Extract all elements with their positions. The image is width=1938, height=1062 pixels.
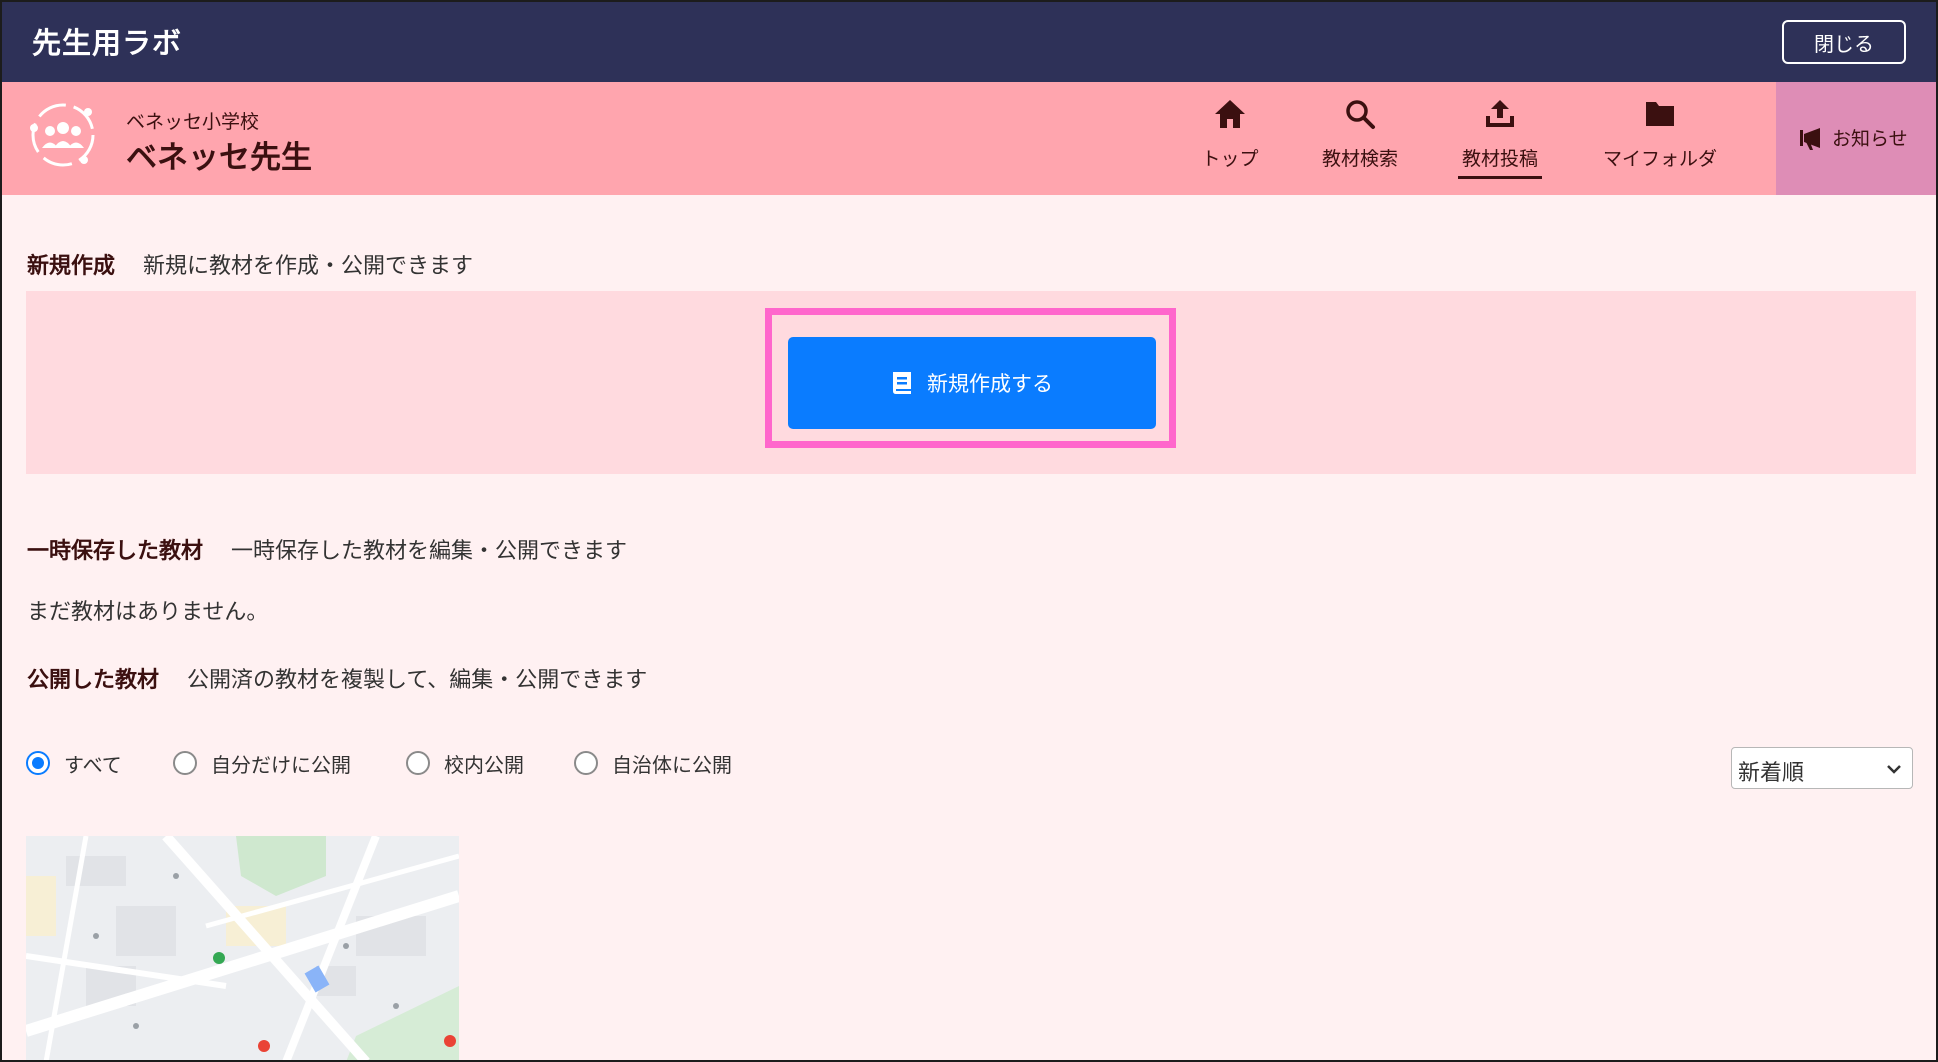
- radio-dot[interactable]: [406, 751, 430, 775]
- close-button[interactable]: 閉じる: [1782, 20, 1906, 64]
- chevron-down-icon: [1887, 765, 1901, 774]
- nav-label: 教材投稿: [1458, 144, 1542, 179]
- sort-select-value: 新着順: [1738, 761, 1805, 786]
- radio-label: 校内公開: [444, 752, 524, 777]
- radio-label: 自分だけに公開: [211, 752, 351, 777]
- filter-radio-municipality[interactable]: 自治体に公開: [574, 748, 732, 778]
- drafts-section-header: 一時保存した教材 一時保存した教材を編集・公開できます: [27, 533, 627, 565]
- radio-label: 自治体に公開: [612, 752, 732, 777]
- search-icon: [1346, 100, 1375, 129]
- map-thumbnail: [26, 836, 459, 1060]
- drafts-empty-message: まだ教材はありません。: [27, 600, 269, 625]
- new-create-button-label: 新規作成する: [927, 372, 1053, 396]
- nav-label: トップ: [1201, 148, 1259, 170]
- radio-dot[interactable]: [574, 751, 598, 775]
- published-section-header: 公開した教材 公開済の教材を複製して、編集・公開できます: [27, 662, 647, 694]
- radio-dot[interactable]: [173, 751, 197, 775]
- top-bar: 先生用ラボ 閉じる: [2, 2, 1936, 82]
- nav-label: 教材検索: [1321, 148, 1398, 170]
- app-title: 先生用ラボ: [32, 26, 183, 60]
- upload-icon: [1486, 100, 1514, 127]
- app-window: 先生用ラボ 閉じる ベネッセ小学校 ベネッセ先生 トップ 教材検索 教材投稿 マ…: [0, 0, 1938, 1062]
- nav-search[interactable]: 教材検索: [1318, 98, 1402, 186]
- section-desc: 新規に教材を作成・公開できます: [143, 254, 474, 279]
- material-card-map-thumbnail[interactable]: [26, 836, 459, 1060]
- filter-radio-all[interactable]: すべて: [26, 748, 122, 778]
- nav-top[interactable]: トップ: [1198, 98, 1262, 186]
- nav-upload[interactable]: 教材投稿: [1458, 98, 1542, 186]
- section-title: 公開した教材: [27, 668, 160, 693]
- notice-label: お知らせ: [1832, 128, 1908, 150]
- nav-my-folder[interactable]: マイフォルダ: [1598, 98, 1722, 186]
- folder-icon: [1646, 102, 1674, 126]
- filter-radio-school[interactable]: 校内公開: [406, 748, 524, 778]
- new-create-button[interactable]: 新規作成する: [788, 337, 1156, 429]
- header: ベネッセ小学校 ベネッセ先生 トップ 教材検索 教材投稿 マイフォルダ お知らせ: [2, 82, 1936, 195]
- radio-label: すべて: [64, 752, 122, 777]
- book-icon: [893, 372, 911, 394]
- megaphone-icon: [1800, 128, 1820, 150]
- radio-dot[interactable]: [26, 751, 50, 775]
- section-desc: 公開済の教材を複製して、編集・公開できます: [187, 668, 648, 693]
- teacher-name: ベネッセ先生: [126, 140, 312, 176]
- notice-button[interactable]: お知らせ: [1776, 82, 1936, 195]
- new-section-header: 新規作成 新規に教材を作成・公開できます: [27, 248, 473, 280]
- home-icon: [1215, 100, 1245, 128]
- section-title: 一時保存した教材: [27, 539, 204, 564]
- section-title: 新規作成: [27, 254, 116, 279]
- sort-select[interactable]: 新着順: [1731, 747, 1913, 789]
- school-name: ベネッセ小学校: [126, 111, 260, 133]
- group-logo-icon: [26, 98, 100, 172]
- filter-radio-private[interactable]: 自分だけに公開: [173, 748, 351, 778]
- nav-label: マイフォルダ: [1602, 148, 1717, 170]
- section-desc: 一時保存した教材を編集・公開できます: [231, 539, 628, 564]
